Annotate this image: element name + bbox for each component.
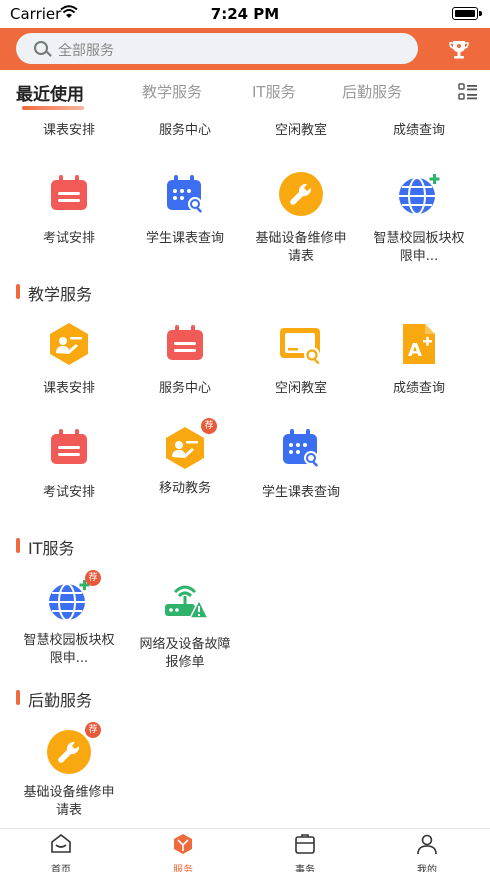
tab-teaching[interactable]: 教学服务 [142, 81, 202, 102]
nav-services[interactable]: 服务 [122, 832, 244, 872]
calendar-search-icon [167, 175, 202, 213]
service-label: 基础设备维修申请表 [23, 785, 115, 818]
service-label: 移动教务 [158, 481, 211, 496]
calendar-icon [167, 325, 203, 360]
search-input[interactable]: 全部服务 [16, 33, 418, 64]
recent-cut-label[interactable]: 课表安排 [10, 119, 128, 138]
status-bar: Carrier 7:24 PM [0, 0, 490, 28]
category-tabs: 最近使用 教学服务 IT服务 后勤服务 [0, 70, 490, 112]
service-portal-permission[interactable]: 智慧校园板块权限申... [360, 170, 478, 266]
service-exam-schedule[interactable]: 考试安排 [10, 170, 128, 248]
service-label: 智慧校园板块权限申... [373, 231, 465, 264]
service-label: 智慧校园板块权限申... [23, 633, 115, 666]
svg-text:A: A [408, 340, 422, 361]
portal-icon-wrap: 荐 [45, 570, 101, 624]
teacher-icon [50, 323, 88, 365]
service-label: 服务中心 [158, 381, 211, 396]
recommend-badge: 荐 [201, 418, 217, 434]
search-placeholder: 全部服务 [58, 43, 114, 59]
service-label: 学生课表查询 [261, 485, 340, 500]
nav-profile[interactable]: 我的 [366, 832, 488, 872]
teacher-icon [166, 427, 204, 469]
user-icon [417, 834, 437, 855]
service-label: 课表安排 [42, 381, 95, 396]
wrench-icon [279, 172, 323, 216]
trophy-icon[interactable] [448, 38, 470, 60]
section-title-teaching: 教学服务 [16, 281, 92, 305]
nav-label: 服务 [173, 865, 193, 872]
search-icon [34, 41, 48, 55]
classroom-search-icon [280, 328, 320, 365]
service-label: 学生课表查询 [145, 231, 224, 246]
service-label: 考试安排 [42, 231, 95, 246]
home-icon [51, 833, 71, 853]
calendar-icon [51, 429, 87, 464]
tab-it[interactable]: IT服务 [252, 81, 296, 102]
recent-cut-label[interactable]: 空闲教室 [242, 119, 360, 138]
cube-icon [174, 834, 192, 854]
list-menu-icon[interactable] [458, 83, 478, 101]
battery-icon [452, 7, 482, 20]
nav-label: 事务 [295, 865, 315, 872]
router-warning-icon [165, 585, 210, 619]
service-label: 网络及设备故障报修单 [139, 637, 231, 670]
service-grade-query[interactable]: A 成绩查询 [360, 320, 478, 398]
service-service-center[interactable]: 服务中心 [126, 320, 244, 398]
calendar-search-icon [283, 429, 318, 467]
globe-icon [399, 174, 440, 215]
mobile-academic-icon-wrap: 荐 [161, 418, 217, 472]
recent-cut-label[interactable]: 服务中心 [126, 119, 244, 138]
service-student-timetable[interactable]: 学生课表查询 [126, 170, 244, 248]
tab-logistics[interactable]: 后勤服务 [342, 81, 402, 102]
calendar-icon [51, 175, 87, 210]
nav-home[interactable]: 首页 [0, 832, 122, 872]
clock-time: 7:24 PM [210, 5, 280, 23]
bottom-nav: 首页 服务 事务 我的 [0, 828, 490, 872]
recommend-badge: 荐 [85, 722, 101, 738]
service-equipment-repair[interactable]: 荐 基础设备维修申请表 [10, 722, 128, 820]
grade-document-icon: A [403, 324, 435, 364]
tab-recent[interactable]: 最近使用 [16, 80, 84, 105]
service-label: 空闲教室 [274, 381, 327, 396]
section-title-it: IT服务 [16, 535, 75, 559]
service-label: 考试安排 [42, 485, 95, 500]
tab-indicator [22, 106, 84, 110]
nav-affairs[interactable]: 事务 [244, 832, 366, 872]
header-bar: 全部服务 [0, 28, 490, 70]
wrench-icon [47, 730, 91, 774]
section-title-logistics: 后勤服务 [16, 687, 92, 711]
service-portal-permission[interactable]: 荐 智慧校园板块权限申... [10, 570, 128, 668]
recommend-badge: 荐 [85, 570, 101, 586]
repair-icon-wrap: 荐 [45, 722, 101, 776]
service-label: 基础设备维修申请表 [255, 231, 347, 264]
recent-cut-label[interactable]: 成绩查询 [360, 119, 478, 138]
nav-label: 首页 [51, 865, 71, 872]
service-equipment-repair[interactable]: 基础设备维修申请表 [242, 170, 360, 266]
service-mobile-academic[interactable]: 荐 移动教务 [126, 418, 244, 498]
service-exam-schedule[interactable]: 考试安排 [10, 424, 128, 502]
service-label: 成绩查询 [392, 381, 445, 396]
service-student-timetable[interactable]: 学生课表查询 [242, 424, 360, 502]
service-free-classroom[interactable]: 空闲教室 [242, 320, 360, 398]
briefcase-icon [295, 834, 315, 854]
globe-icon [49, 580, 90, 621]
service-class-schedule[interactable]: 课表安排 [10, 320, 128, 398]
service-network-repair[interactable]: 网络及设备故障报修单 [126, 576, 244, 672]
nav-label: 我的 [417, 865, 437, 872]
